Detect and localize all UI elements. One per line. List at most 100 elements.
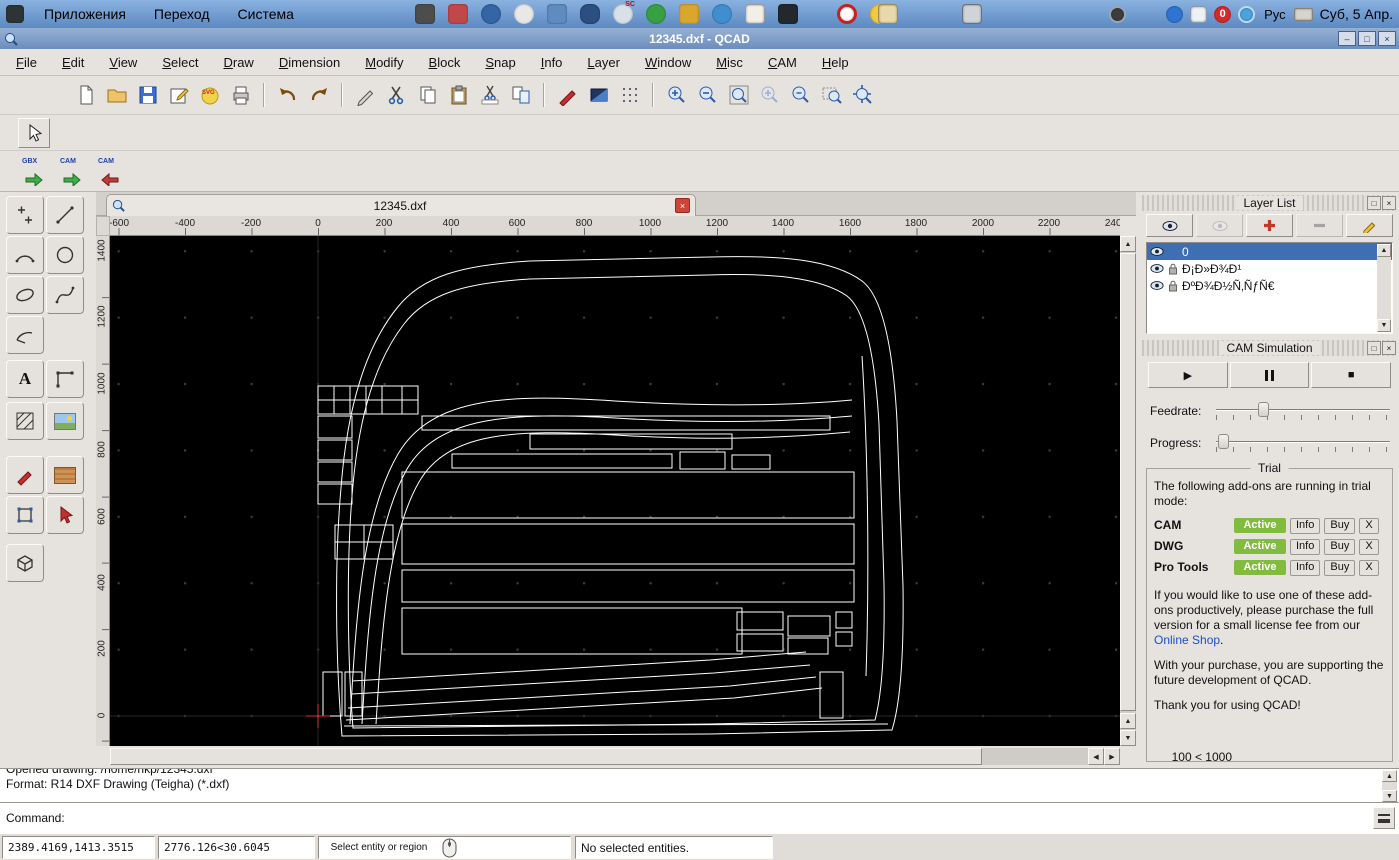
menu-select[interactable]: Select	[162, 55, 198, 70]
menu-view[interactable]: View	[109, 55, 137, 70]
hscroll-thumb[interactable]	[110, 748, 982, 765]
layer-list-header[interactable]: Layer List □ ×	[1142, 195, 1397, 211]
pause-button[interactable]	[1230, 362, 1310, 388]
minimize-button[interactable]: –	[1338, 31, 1356, 46]
scroll-down-button[interactable]: ▼	[1382, 790, 1397, 802]
pencil-button[interactable]	[350, 80, 381, 111]
paint-launcher-icon[interactable]	[448, 4, 468, 24]
keyboard-layout-indicator[interactable]: Рус	[1264, 7, 1286, 22]
cam-export-button[interactable]: CAM	[56, 155, 88, 187]
panel-float-button[interactable]: □	[1367, 341, 1381, 355]
addon-info-button[interactable]: Info	[1290, 560, 1320, 576]
scroll-up-button[interactable]: ▲	[1120, 236, 1136, 252]
material-tool-button[interactable]	[46, 456, 84, 494]
menu-cam[interactable]: CAM	[768, 55, 797, 70]
image-tool-button[interactable]	[46, 402, 84, 440]
layer-visible-icon[interactable]	[1150, 281, 1164, 290]
layer-visible-icon[interactable]	[1150, 247, 1164, 256]
svg-export-button[interactable]: SVG	[194, 80, 225, 111]
progress-thumb[interactable]	[1218, 434, 1229, 449]
solid-3d-tool-button[interactable]	[6, 544, 44, 582]
cam-sim-header[interactable]: CAM Simulation □ ×	[1142, 340, 1397, 356]
panel-close-button[interactable]: ×	[1382, 341, 1396, 355]
show-all-layers-button[interactable]	[1146, 214, 1193, 237]
package-tray-icon[interactable]	[878, 4, 898, 24]
color-swatch-button[interactable]	[583, 80, 614, 111]
play-button[interactable]: ▶	[1148, 362, 1228, 388]
hide-all-layers-button[interactable]	[1196, 214, 1243, 237]
command-options-button[interactable]	[1373, 807, 1395, 829]
cut-to-clipboard-button[interactable]	[474, 80, 505, 111]
maximize-button[interactable]: □	[1358, 31, 1376, 46]
duplicate-button[interactable]	[505, 80, 536, 111]
redo-button[interactable]	[303, 80, 334, 111]
database-launcher-icon[interactable]	[580, 4, 600, 24]
open-file-button[interactable]	[101, 80, 132, 111]
menu-misc[interactable]: Misc	[716, 55, 743, 70]
distro-logo-icon[interactable]	[6, 5, 24, 23]
zoom-out-button[interactable]	[692, 80, 723, 111]
alert-count-badge[interactable]: 0	[1214, 6, 1231, 23]
browser2-launcher-icon[interactable]	[514, 4, 534, 24]
zoom-in-button[interactable]	[661, 80, 692, 111]
menu-edit[interactable]: Edit	[62, 55, 84, 70]
progress-slider[interactable]	[1216, 431, 1390, 455]
zoom-pan-button[interactable]	[847, 80, 878, 111]
arc-tool-button[interactable]	[6, 236, 44, 274]
property-pencil-button[interactable]	[552, 80, 583, 111]
addon-buy-button[interactable]: Buy	[1324, 560, 1355, 576]
desktop-menu-system[interactable]: Система	[224, 6, 308, 22]
print-button[interactable]	[225, 80, 256, 111]
menu-info[interactable]: Info	[541, 55, 563, 70]
auto-zoom-button[interactable]	[723, 80, 754, 111]
new-file-button[interactable]	[70, 80, 101, 111]
addon-info-button[interactable]: Info	[1290, 518, 1320, 534]
scroll-up-button2[interactable]: ▲	[1120, 713, 1136, 729]
scroll-left-button[interactable]: ◀	[1088, 748, 1104, 765]
layer-visible-icon[interactable]	[1150, 264, 1164, 273]
zoom-out-small-button[interactable]	[785, 80, 816, 111]
scroll-down-button[interactable]: ▼	[1377, 319, 1391, 332]
message-scrollbar[interactable]: ▲ ▼	[1382, 770, 1397, 802]
cut-button[interactable]	[381, 80, 412, 111]
addon-dismiss-button[interactable]: X	[1359, 518, 1378, 534]
document-tab[interactable]: 12345.dxf ×	[106, 194, 696, 216]
weather-tray-icon[interactable]	[1190, 6, 1207, 23]
close-button[interactable]: ×	[1378, 31, 1396, 46]
text-tool-button[interactable]: A	[6, 360, 44, 398]
undo-button[interactable]	[272, 80, 303, 111]
desktop-menu-applications[interactable]: Приложения	[30, 6, 140, 22]
panel-close-button[interactable]: ×	[1382, 196, 1396, 210]
feedrate-thumb[interactable]	[1258, 402, 1269, 417]
ellipse-tool-button[interactable]	[6, 276, 44, 314]
addon-dismiss-button[interactable]: X	[1359, 539, 1378, 555]
green-app-launcher-icon[interactable]	[646, 4, 666, 24]
hatch-tool-button[interactable]	[6, 402, 44, 440]
menu-draw[interactable]: Draw	[223, 55, 253, 70]
cam-reimport-button[interactable]: CAM	[94, 155, 126, 187]
vscroll-thumb[interactable]	[1120, 253, 1136, 711]
zoom-previous-button[interactable]	[754, 80, 785, 111]
line-tool-button[interactable]	[46, 196, 84, 234]
menu-modify[interactable]: Modify	[365, 55, 403, 70]
clock[interactable]: Суб, 5 Апр.	[1320, 6, 1393, 22]
rectangle-tool-button[interactable]	[46, 360, 84, 398]
window-titlebar[interactable]: 12345.dxf - QCAD – □ ×	[0, 28, 1399, 49]
layer-list-scrollbar[interactable]: ▲ ▼	[1377, 244, 1391, 332]
save-button[interactable]	[132, 80, 163, 111]
scroll-right-button[interactable]: ▶	[1104, 748, 1120, 765]
save-as-button[interactable]	[163, 80, 194, 111]
grid-toggle-button[interactable]	[614, 80, 645, 111]
add-layer-button[interactable]	[1246, 214, 1293, 237]
vertical-scrollbar[interactable]: ▲ ▲ ▼	[1120, 236, 1136, 746]
edit-layer-button[interactable]	[1346, 214, 1393, 237]
cam-gbx-export-button[interactable]: GBX	[18, 155, 50, 187]
terminal-launcher-icon[interactable]	[415, 4, 435, 24]
addon-dismiss-button[interactable]: X	[1359, 560, 1378, 576]
node-select-tool-button[interactable]	[46, 496, 84, 534]
search-launcher-icon[interactable]: SC	[613, 4, 633, 24]
addon-buy-button[interactable]: Buy	[1324, 539, 1355, 555]
globe-launcher-icon[interactable]	[712, 4, 732, 24]
scroll-down-button[interactable]: ▼	[1120, 730, 1136, 746]
monitor-tray-icon[interactable]	[962, 4, 982, 24]
